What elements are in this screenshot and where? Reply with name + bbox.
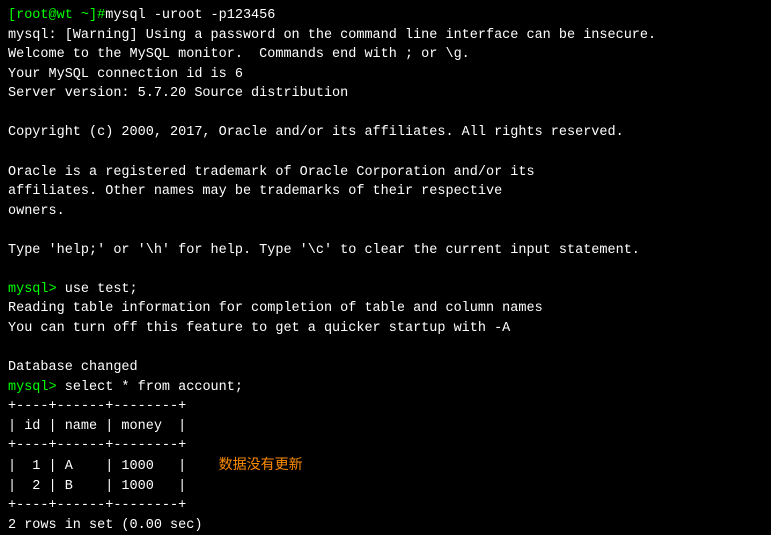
line-select-cmd: mysql> select * from account; [8, 378, 763, 398]
line-table-bottom: +----+------+--------+ [8, 496, 763, 516]
line-reading: Reading table information for completion… [8, 299, 763, 319]
line-table-header: | id | name | money | [8, 417, 763, 437]
terminal-window: [root@wt ~]#mysql -uroot -p123456 mysql:… [0, 0, 771, 518]
note-no-update: 数据没有更新 [219, 458, 303, 474]
line-turnoff: You can turn off this feature to get a q… [8, 319, 763, 339]
line-prompt: [root@wt ~]#mysql -uroot -p123456 [8, 6, 763, 26]
line-welcome: Welcome to the MySQL monitor. Commands e… [8, 45, 763, 65]
line-table-row2: | 2 | B | 1000 | [8, 477, 763, 497]
line-trademark-3: owners. [8, 202, 763, 222]
prompt-text: [root@wt ~]# [8, 8, 105, 23]
command-text: mysql -uroot -p123456 [105, 8, 275, 23]
line-warning: mysql: [Warning] Using a password on the… [8, 26, 763, 46]
line-empty-3 [8, 221, 763, 241]
mysql-prompt-1: mysql> [8, 282, 65, 297]
line-empty-5 [8, 339, 763, 359]
line-copyright: Copyright (c) 2000, 2017, Oracle and/or … [8, 123, 763, 143]
line-connid: Your MySQL connection id is 6 [8, 65, 763, 85]
line-use-cmd: mysql> use test; [8, 280, 763, 300]
line-table-sep: +----+------+--------+ [8, 436, 763, 456]
line-trademark-1: Oracle is a registered trademark of Orac… [8, 163, 763, 183]
line-empty-2 [8, 143, 763, 163]
line-db-changed: Database changed [8, 358, 763, 378]
mysql-prompt-2: mysql> [8, 380, 65, 395]
line-table-row1: | 1 | A | 1000 | 数据没有更新 [8, 456, 763, 477]
line-rowcount: 2 rows in set (0.00 sec) [8, 516, 763, 535]
line-table-top: +----+------+--------+ [8, 397, 763, 417]
line-empty-4 [8, 260, 763, 280]
line-help: Type 'help;' or '\h' for help. Type '\c'… [8, 241, 763, 261]
line-trademark-2: affiliates. Other names may be trademark… [8, 182, 763, 202]
line-empty-1 [8, 104, 763, 124]
line-version: Server version: 5.7.20 Source distributi… [8, 84, 763, 104]
